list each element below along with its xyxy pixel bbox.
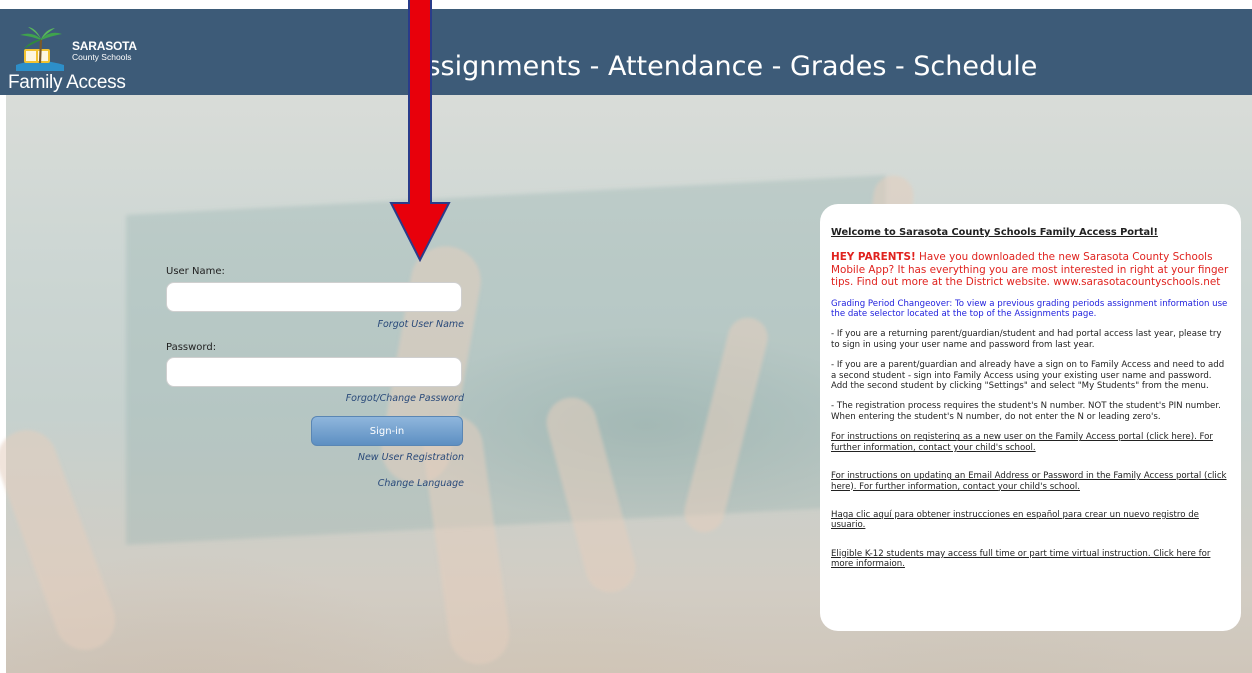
welcome-panel: Welcome to Sarasota County Schools Famil… bbox=[820, 204, 1241, 631]
palm-tree-logo-icon bbox=[16, 27, 64, 71]
returning-user-notice: - If you are a returning parent/guardian… bbox=[831, 329, 1222, 350]
virtual-instruction-link[interactable]: Eligible K-12 students may access full t… bbox=[831, 549, 1230, 570]
red-arrow-annotation-icon bbox=[389, 0, 451, 262]
hey-parents-label: HEY PARENTS! bbox=[831, 251, 916, 264]
welcome-title: Welcome to Sarasota County Schools Famil… bbox=[831, 227, 1158, 238]
header-bar: SARASOTA County Schools Family Access As… bbox=[0, 9, 1252, 95]
background-raised-hand bbox=[0, 421, 124, 659]
forgot-username-link[interactable]: Forgot User Name bbox=[378, 319, 464, 330]
username-label: User Name: bbox=[166, 266, 225, 277]
password-label: Password: bbox=[166, 342, 217, 353]
family-access-login-page: SARASOTA County Schools Family Access As… bbox=[0, 0, 1252, 673]
change-language-link[interactable]: Change Language bbox=[378, 478, 464, 489]
registration-notice: - The registration process requires the … bbox=[831, 401, 1221, 422]
sign-in-button[interactable]: Sign-in bbox=[311, 416, 463, 446]
password-input[interactable] bbox=[166, 357, 462, 387]
spanish-registration-link[interactable]: Haga clic aquí para obtener instruccione… bbox=[831, 510, 1230, 531]
new-user-registration-link[interactable]: New User Registration bbox=[358, 452, 464, 463]
grading-period-notice: Grading Period Changeover: To view a pre… bbox=[831, 298, 1228, 320]
logo-district-subtitle: County Schools bbox=[72, 52, 132, 62]
logo-app-name: Family Access bbox=[8, 72, 126, 93]
logo-district-name: SARASOTA bbox=[72, 39, 137, 53]
username-input[interactable] bbox=[166, 282, 462, 312]
forgot-change-password-link[interactable]: Forgot/Change Password bbox=[346, 393, 464, 404]
mobile-app-announcement: HEY PARENTS! Have you downloaded the new… bbox=[831, 251, 1230, 288]
second-student-notice: - If you are a parent/guardian and alrea… bbox=[831, 360, 1225, 392]
update-email-password-link[interactable]: For instructions on updating an Email Ad… bbox=[831, 471, 1230, 492]
register-instructions-link[interactable]: For instructions on registering as a new… bbox=[831, 432, 1230, 453]
page-title: Assignments - Attendance - Grades - Sche… bbox=[408, 51, 1038, 82]
district-logo[interactable]: SARASOTA County Schools Family Access bbox=[8, 25, 148, 99]
